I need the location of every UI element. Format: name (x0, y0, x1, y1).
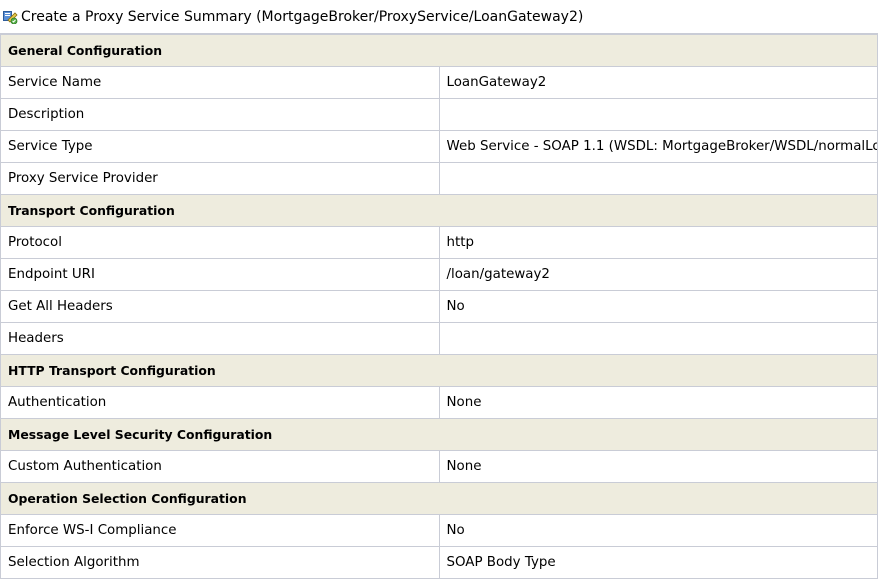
section-heading: HTTP Transport Configuration (0, 354, 878, 387)
row-label: Enforce WS-I Compliance (0, 514, 440, 547)
table-row: Get All Headers No (0, 290, 878, 323)
row-value: /loan/gateway2 (438, 258, 878, 291)
row-label: Selection Algorithm (0, 546, 440, 579)
row-label: Service Type (0, 130, 440, 163)
page-title: Create a Proxy Service Summary (Mortgage… (21, 8, 584, 25)
row-label: Endpoint URI (0, 258, 440, 291)
section-transport-configuration: Transport Configuration (0, 194, 878, 227)
table-row: Service Type Web Service - SOAP 1.1 (WSD… (0, 130, 878, 163)
row-value: SOAP Body Type (438, 546, 878, 579)
section-operation-selection-configuration: Operation Selection Configuration (0, 482, 878, 515)
row-label: Proxy Service Provider (0, 162, 440, 195)
summary-header: Create a Proxy Service Summary (Mortgage… (0, 0, 878, 34)
row-label: Headers (0, 322, 440, 355)
row-value: None (438, 450, 878, 483)
section-heading: Message Level Security Configuration (0, 418, 878, 451)
table-row: Protocol http (0, 226, 878, 259)
section-general-configuration: General Configuration (0, 34, 878, 67)
row-value (438, 98, 878, 131)
section-http-transport-configuration: HTTP Transport Configuration (0, 354, 878, 387)
row-label: Authentication (0, 386, 440, 419)
row-label: Service Name (0, 66, 440, 99)
row-value: LoanGateway2 (438, 66, 878, 99)
section-heading: Operation Selection Configuration (0, 482, 878, 515)
table-row: Selection Algorithm SOAP Body Type (0, 546, 878, 579)
row-label: Get All Headers (0, 290, 440, 323)
section-message-level-security-configuration: Message Level Security Configuration (0, 418, 878, 451)
table-row: Enforce WS-I Compliance No (0, 514, 878, 547)
summary-table: General Configuration Service Name LoanG… (0, 34, 878, 579)
proxy-service-icon (3, 9, 18, 25)
row-label: Protocol (0, 226, 440, 259)
row-value: No (438, 514, 878, 547)
row-label: Custom Authentication (0, 450, 440, 483)
row-value (438, 162, 878, 195)
row-value (438, 322, 878, 355)
table-row: Endpoint URI /loan/gateway2 (0, 258, 878, 291)
table-row: Service Name LoanGateway2 (0, 66, 878, 99)
row-value: Web Service - SOAP 1.1 (WSDL: MortgageBr… (438, 130, 878, 163)
row-label: Description (0, 98, 440, 131)
table-row: Headers (0, 322, 878, 355)
section-heading: Transport Configuration (0, 194, 878, 227)
row-value: No (438, 290, 878, 323)
row-value: http (438, 226, 878, 259)
table-row: Custom Authentication None (0, 450, 878, 483)
table-row: Description (0, 98, 878, 131)
row-value: None (438, 386, 878, 419)
table-row: Proxy Service Provider (0, 162, 878, 195)
table-row: Authentication None (0, 386, 878, 419)
section-heading: General Configuration (0, 34, 878, 67)
